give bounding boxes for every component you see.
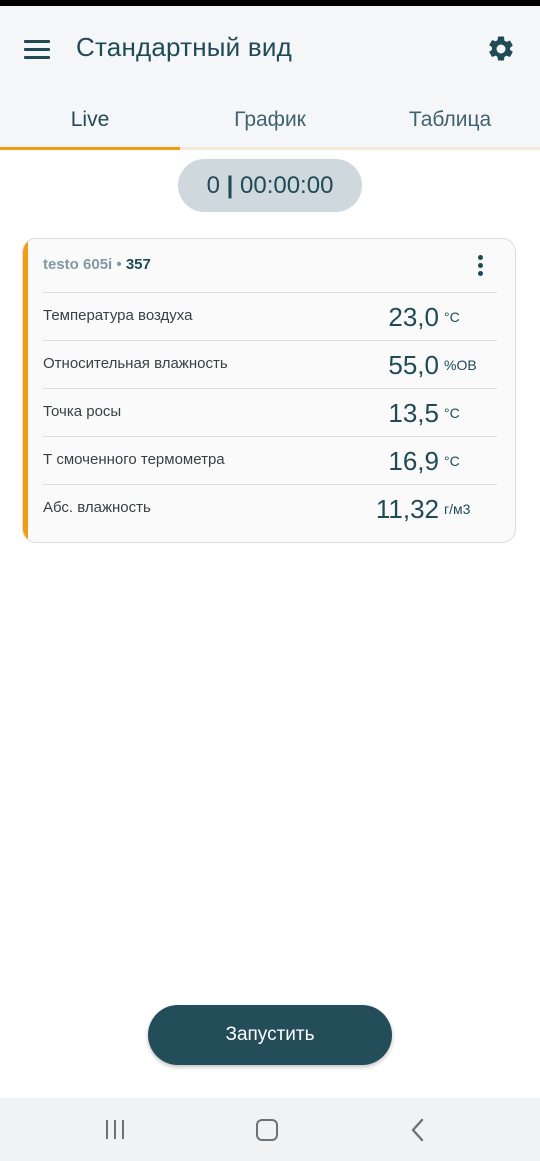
tab-graph[interactable]: График xyxy=(180,98,360,148)
tab-underline xyxy=(0,147,540,150)
reading-unit: °C xyxy=(444,453,460,469)
active-tab-indicator xyxy=(0,147,180,150)
reading-value: 16,9 xyxy=(388,446,439,476)
tab-bar: Live График Таблица xyxy=(0,98,540,148)
reading-value: 55,0 xyxy=(388,350,439,380)
tab-live[interactable]: Live xyxy=(0,98,180,148)
reading-row: Абс. влажность 11,32 г/м3 xyxy=(43,484,497,532)
reading-unit: г/м3 xyxy=(444,501,471,517)
reading-label: Точка росы xyxy=(43,403,122,420)
reading-value: 13,5 xyxy=(388,398,439,428)
page-title: Стандартный вид xyxy=(76,32,292,62)
reading-label: Абс. влажность xyxy=(43,499,151,516)
home-icon[interactable] xyxy=(256,1119,278,1141)
app-header: Стандартный вид Live График Таблица xyxy=(0,6,540,148)
card-accent-bar xyxy=(23,239,28,542)
reading-row: Точка росы 13,5 °C xyxy=(43,388,497,436)
start-button[interactable]: Запустить xyxy=(148,1005,392,1065)
timer-pill: 0 | 00:00:00 xyxy=(178,159,362,212)
reading-row: Температура воздуха 23,0 °C xyxy=(43,292,497,340)
reading-value: 11,32 xyxy=(375,494,439,524)
reading-row: Относительная влажность 55,0 %ОВ xyxy=(43,340,497,388)
device-serial: 357 xyxy=(125,256,151,273)
reading-label: Температура воздуха xyxy=(43,307,193,324)
device-separator: • xyxy=(116,256,122,273)
system-nav-bar xyxy=(0,1098,540,1161)
back-icon[interactable] xyxy=(408,1118,428,1142)
reading-unit: °C xyxy=(444,405,460,421)
timer-separator: | xyxy=(226,172,234,199)
recent-apps-icon[interactable] xyxy=(104,1120,128,1140)
tab-table[interactable]: Таблица xyxy=(360,98,540,148)
gear-icon[interactable] xyxy=(486,34,516,64)
reading-label: Т смоченного термометра xyxy=(43,451,225,468)
elapsed-time: 00:00:00 xyxy=(240,172,334,199)
reading-row: Т смоченного термометра 16,9 °C xyxy=(43,436,497,484)
more-vertical-icon[interactable] xyxy=(474,253,486,279)
measurement-count: 0 xyxy=(206,172,220,199)
device-card: testo 605i • 357 Температура воздуха 23,… xyxy=(22,238,516,543)
reading-value: 23,0 xyxy=(388,302,439,332)
reading-label: Относительная влажность xyxy=(43,355,228,372)
reading-unit: %ОВ xyxy=(444,357,477,373)
device-header: testo 605i • 357 xyxy=(43,256,151,273)
hamburger-menu-icon[interactable] xyxy=(24,40,52,60)
device-name: testo 605i xyxy=(43,256,113,273)
reading-unit: °C xyxy=(444,309,460,325)
